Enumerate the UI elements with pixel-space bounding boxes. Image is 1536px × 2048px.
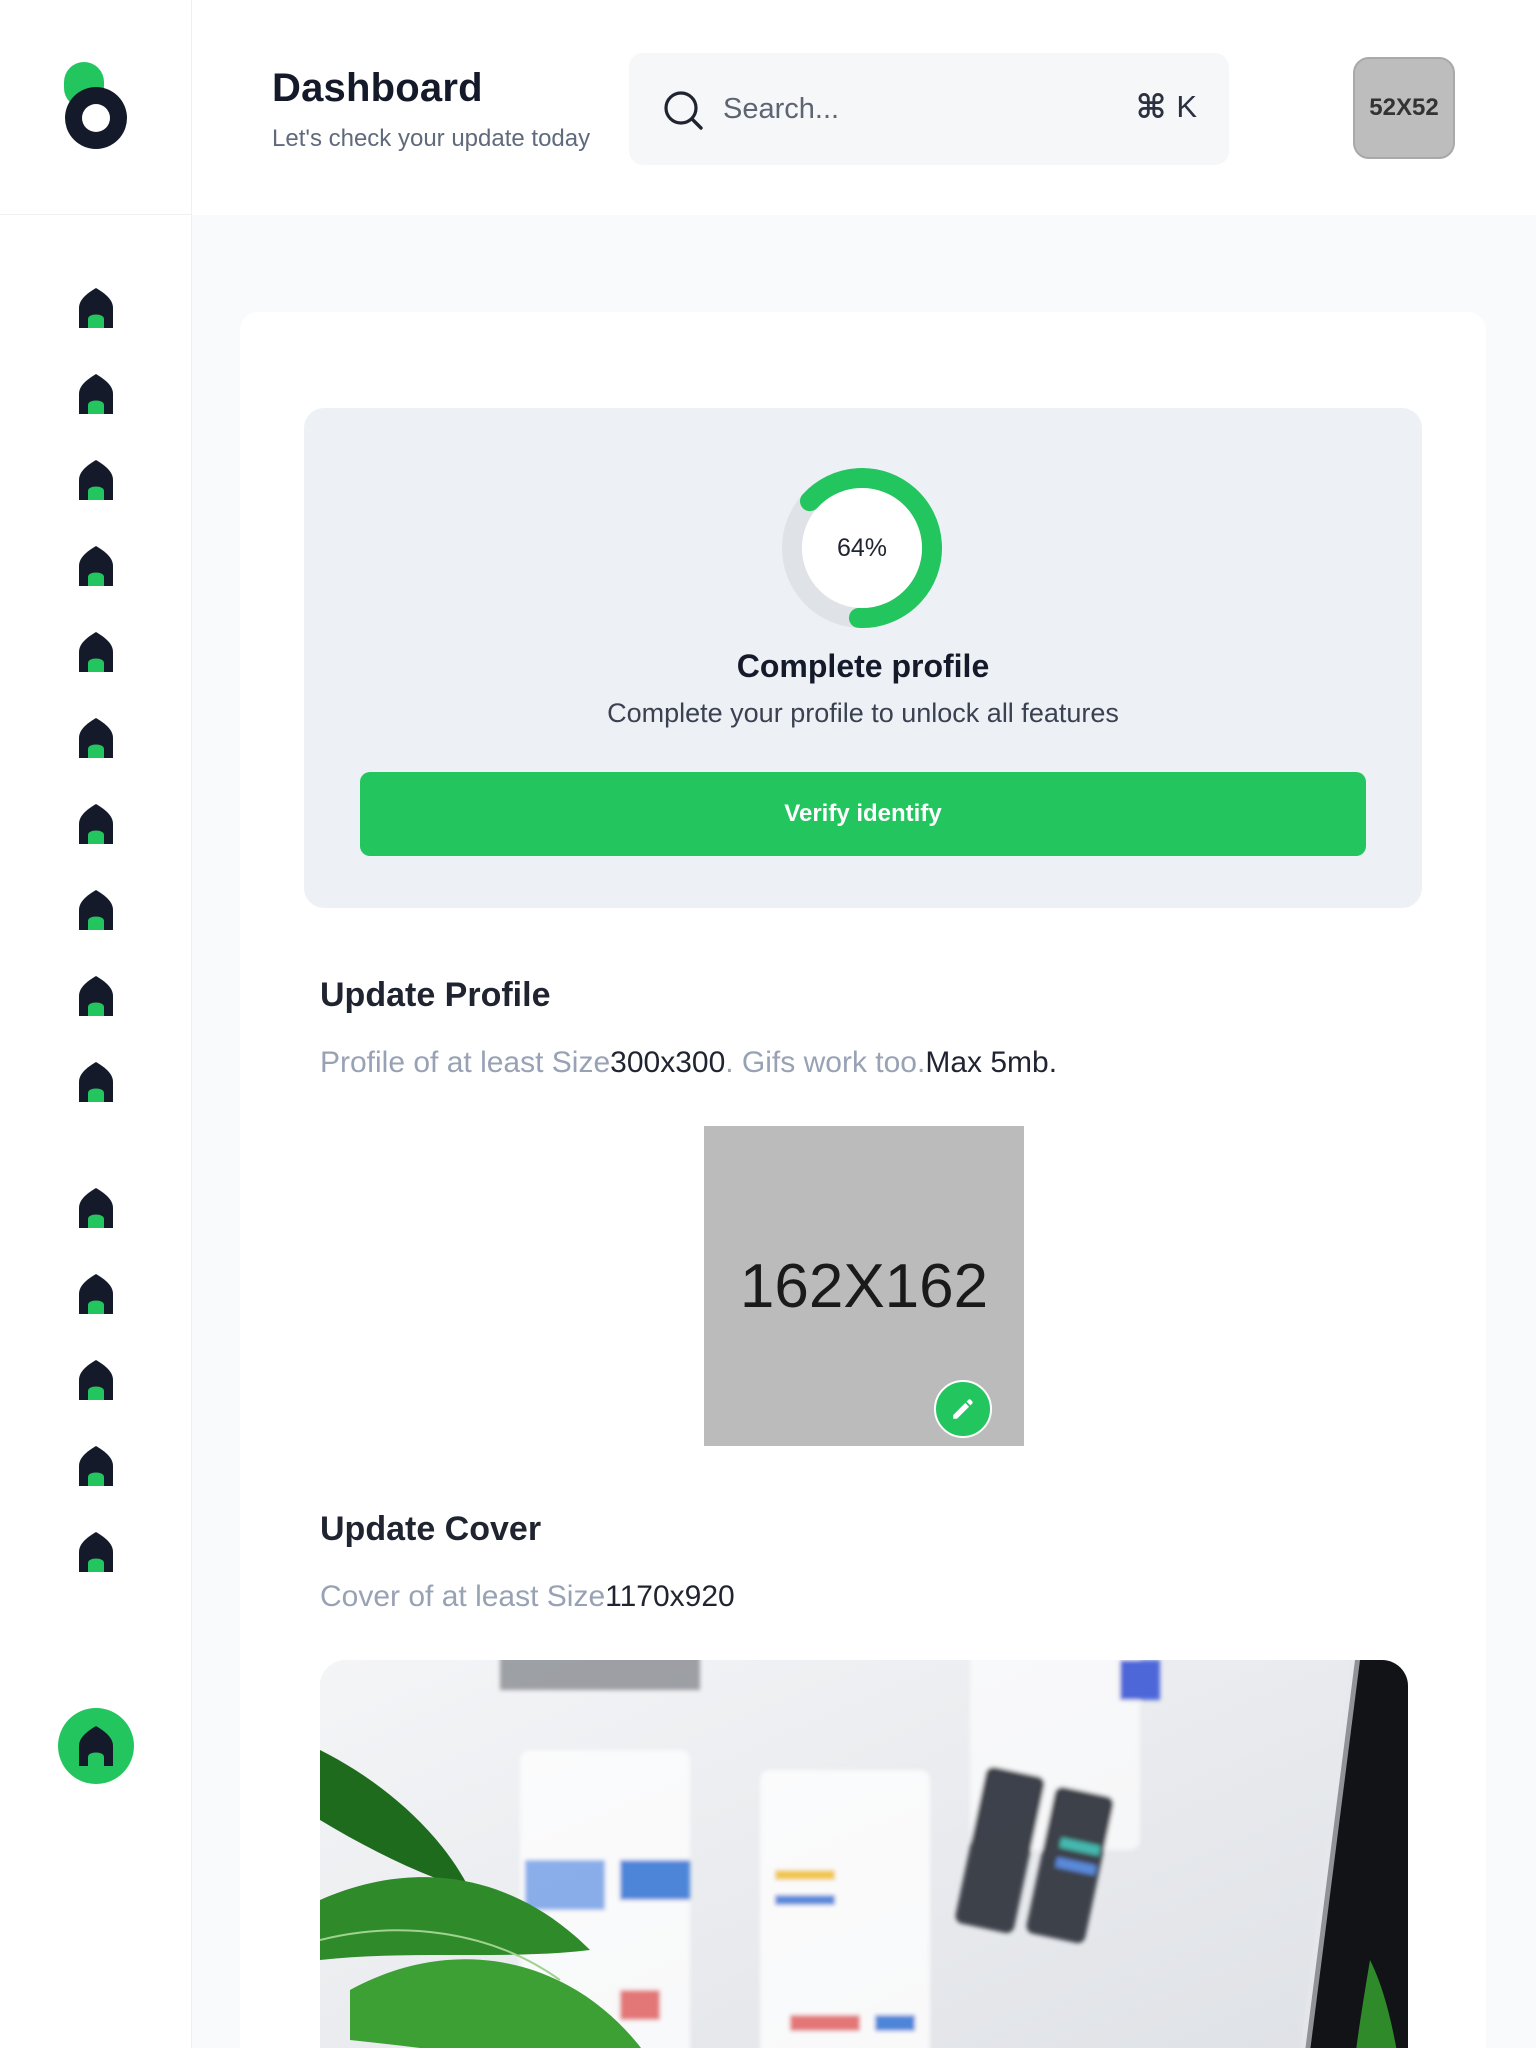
home-icon [79, 288, 113, 328]
cover-photo[interactable] [320, 1660, 1408, 2048]
page-subtitle: Let's check your update today [272, 125, 591, 152]
sidebar-item[interactable] [71, 1269, 121, 1319]
sidebar-item[interactable] [71, 1057, 121, 1107]
note-max-size: Max 5mb. [925, 1046, 1058, 1079]
home-icon [79, 1188, 113, 1228]
home-icon [79, 1062, 113, 1102]
sidebar-item[interactable] [71, 1527, 121, 1577]
home-icon [79, 1532, 113, 1572]
top-header: Dashboard Let's check your update today … [192, 0, 1536, 215]
sidebar-item[interactable] [71, 885, 121, 935]
home-icon [79, 1360, 113, 1400]
home-icon [79, 976, 113, 1016]
sidebar-item[interactable] [71, 1355, 121, 1405]
update-profile-title: Update Profile [320, 976, 551, 1014]
brand-logo-icon[interactable] [62, 60, 130, 152]
sidebar-item[interactable] [71, 1441, 121, 1491]
home-icon [79, 890, 113, 930]
user-avatar[interactable]: 52X52 [1353, 57, 1455, 159]
sidebar-item[interactable] [71, 627, 121, 677]
note-size: 300x300 [610, 1046, 726, 1079]
sidebar-item[interactable] [71, 369, 121, 419]
update-cover-title: Update Cover [320, 1510, 542, 1548]
home-icon [79, 460, 113, 500]
search-icon [664, 91, 703, 130]
search-bar[interactable]: ⌘ K [629, 53, 1229, 165]
home-icon [79, 546, 113, 586]
sidebar-item[interactable] [71, 971, 121, 1021]
home-icon [79, 1446, 113, 1486]
note-muted: . Gifs work too. [725, 1046, 926, 1079]
update-profile-note: Profile of at least Size300x300. Gifs wo… [320, 1046, 1057, 1080]
profile-completion-card: 64% Complete profile Complete your profi… [304, 408, 1422, 908]
page-title: Dashboard [272, 66, 483, 110]
shortcut-key: K [1176, 88, 1197, 124]
cover-image [320, 1660, 1408, 2048]
complete-profile-title: Complete profile [736, 648, 990, 684]
pencil-icon [953, 1399, 973, 1419]
home-icon [79, 374, 113, 414]
sidebar-item-active-home[interactable] [58, 1708, 134, 1784]
sidebar-item[interactable] [71, 1183, 121, 1233]
verify-identify-button[interactable]: Verify identify [360, 772, 1366, 856]
home-icon [79, 1726, 113, 1766]
home-icon [79, 632, 113, 672]
sidebar-item[interactable] [71, 541, 121, 591]
sidebar-item[interactable] [71, 713, 121, 763]
settings-card: 64% Complete profile Complete your profi… [240, 312, 1486, 2048]
home-icon [79, 804, 113, 844]
home-icon [79, 1274, 113, 1314]
sidebar-item[interactable] [71, 455, 121, 505]
note-size: 1170x920 [605, 1580, 735, 1613]
keyboard-shortcut: ⌘ K [1136, 87, 1197, 126]
complete-profile-subtitle: Complete your profile to unlock all feat… [607, 698, 1119, 728]
update-cover-note: Cover of at least Size1170x920 [320, 1580, 735, 1614]
sidebar-item[interactable] [71, 283, 121, 333]
edit-profile-image-button[interactable] [934, 1380, 992, 1438]
home-icon [79, 718, 113, 758]
sidebar [0, 0, 192, 2048]
progress-percent: 64% [836, 533, 888, 562]
logo-area [0, 0, 192, 215]
sidebar-item[interactable] [71, 799, 121, 849]
command-key-icon: ⌘ [1135, 87, 1167, 126]
note-muted: Cover of at least Size [320, 1580, 606, 1613]
search-input[interactable] [723, 83, 1103, 135]
note-muted: Profile of at least Size [320, 1046, 611, 1079]
